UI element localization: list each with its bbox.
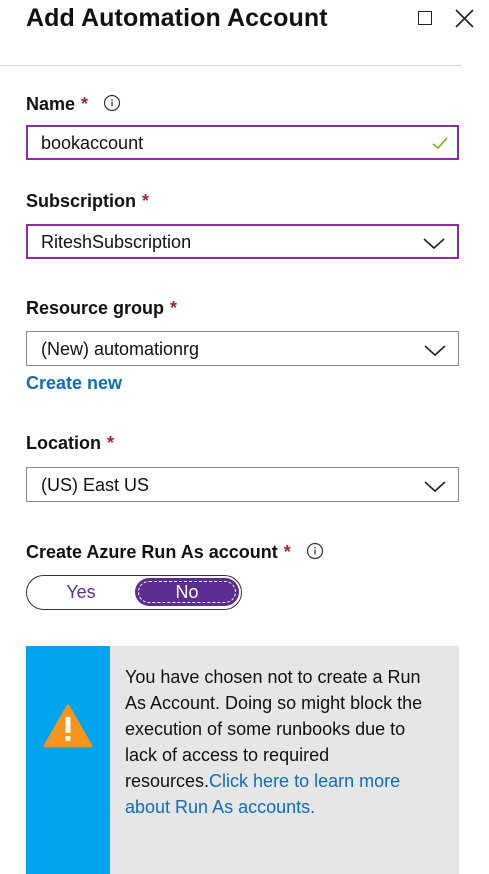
- warning-triangle-icon: [43, 704, 93, 748]
- required-marker: *: [81, 94, 89, 114]
- header-divider: [0, 65, 462, 66]
- close-button[interactable]: [452, 6, 478, 32]
- subscription-label-text: Subscription: [26, 191, 137, 211]
- location-dropdown[interactable]: (US) East US: [26, 467, 459, 502]
- name-label: Name *: [26, 94, 121, 117]
- toggle-option-no[interactable]: No: [135, 578, 239, 606]
- toggle-option-yes[interactable]: Yes: [27, 576, 135, 608]
- info-icon[interactable]: [103, 94, 121, 117]
- close-icon: [455, 9, 474, 28]
- maximize-icon: [418, 11, 432, 25]
- run-as-toggle[interactable]: Yes No: [26, 575, 242, 610]
- create-new-link[interactable]: Create new: [26, 373, 122, 394]
- required-marker: *: [170, 298, 178, 318]
- chevron-down-icon: [424, 481, 446, 493]
- warning-message-box: You have chosen not to create a Run As A…: [26, 646, 459, 874]
- maximize-button[interactable]: [414, 6, 440, 32]
- location-label-text: Location: [26, 433, 101, 453]
- required-marker: *: [283, 542, 291, 562]
- location-label: Location *: [26, 433, 114, 454]
- chevron-down-icon: [423, 238, 445, 250]
- name-field[interactable]: bookaccount: [26, 125, 459, 160]
- panel-header: Add Automation Account: [0, 0, 489, 66]
- location-value: (US) East US: [41, 475, 150, 495]
- resource-group-dropdown[interactable]: (New) automationrg: [26, 331, 459, 366]
- warning-text: You have chosen not to create a Run As A…: [125, 664, 435, 820]
- subscription-dropdown[interactable]: RiteshSubscription: [26, 224, 459, 259]
- run-as-label-text: Create Azure Run As account: [26, 542, 278, 562]
- name-label-text: Name: [26, 94, 76, 114]
- required-marker: *: [107, 433, 115, 453]
- run-as-label: Create Azure Run As account *: [26, 542, 324, 565]
- page-title: Add Automation Account: [26, 4, 328, 32]
- subscription-value: RiteshSubscription: [41, 232, 192, 252]
- resource-group-value: (New) automationrg: [41, 339, 200, 359]
- chevron-down-icon: [424, 345, 446, 357]
- checkmark-icon: [432, 137, 448, 150]
- warning-stripe: [26, 646, 110, 874]
- resource-group-label-text: Resource group: [26, 298, 165, 318]
- subscription-label: Subscription *: [26, 191, 149, 212]
- resource-group-label: Resource group *: [26, 298, 177, 319]
- name-input-value: bookaccount: [41, 133, 144, 153]
- info-icon[interactable]: [306, 542, 324, 565]
- required-marker: *: [142, 191, 150, 211]
